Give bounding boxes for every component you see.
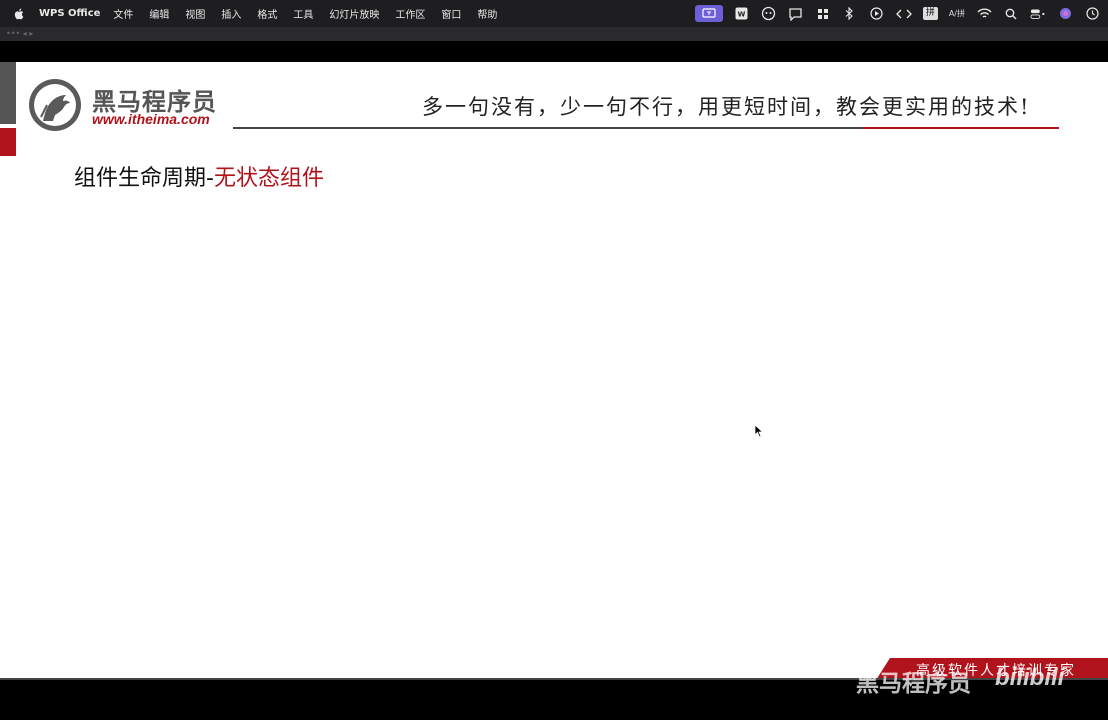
window-toolbar-strip: ••• ◂ ▸ (0, 27, 1108, 41)
horse-logo-icon (29, 79, 81, 131)
menu-format[interactable]: 格式 (257, 6, 277, 21)
menu-slideshow[interactable]: 幻灯片放映 (329, 6, 379, 21)
siri-icon[interactable] (1057, 7, 1073, 21)
app-name-menu[interactable]: WPS Office (39, 8, 100, 19)
menu-window[interactable]: 窗口 (441, 6, 461, 21)
control-center-icon[interactable] (1030, 7, 1046, 21)
menu-edit[interactable]: 编辑 (149, 6, 169, 21)
menu-file[interactable]: 文件 (113, 6, 133, 21)
header-rule-red (863, 127, 1059, 129)
strip-controls[interactable]: ••• ◂ ▸ (6, 29, 33, 38)
svg-text:W: W (738, 11, 746, 19)
play-icon[interactable] (869, 7, 885, 21)
bilibili-watermark: bilibili (995, 664, 1065, 691)
slide-title-main: 组件生命周期- (74, 166, 214, 191)
bluetooth-icon[interactable] (842, 7, 858, 21)
chat-icon[interactable] (788, 7, 804, 21)
cat-icon[interactable] (761, 6, 777, 21)
screen-record-icon[interactable] (694, 5, 723, 22)
clock-icon[interactable] (1084, 7, 1100, 21)
window-black-bar (0, 41, 1108, 62)
code-icon[interactable] (895, 7, 912, 21)
slide-title-highlight: 无状态组件 (213, 166, 324, 191)
apple-icon[interactable] (13, 8, 25, 20)
slide-slogan: 多一句没有，少一句不行，用更短时间，教会更实用的技术! (422, 95, 1031, 119)
menu-tools[interactable]: 工具 (293, 6, 313, 21)
slide-left-accent-grey (0, 62, 16, 124)
menu-help[interactable]: 帮助 (477, 6, 497, 21)
slide-canvas: 黑马程序员 www.itheima.com 多一句没有，少一句不行，用更短时间，… (0, 62, 1108, 680)
slide-left-accent-red (0, 128, 16, 156)
menu-workspace[interactable]: 工作区 (395, 6, 425, 21)
input-method-icon[interactable]: 拼 (922, 7, 938, 20)
menu-view[interactable]: 视图 (185, 6, 205, 21)
slide-title: 组件生命周期-无状态组件 (74, 160, 324, 192)
header-rule-dark (233, 127, 863, 129)
wifi-icon[interactable] (976, 7, 992, 21)
wps-icon[interactable]: W (734, 7, 750, 21)
menu-insert[interactable]: 插入 (221, 6, 241, 21)
macos-menubar: WPS Office 文件 编辑 视图 插入 格式 工具 幻灯片放映 工作区 窗… (0, 0, 1108, 27)
logo-url: www.itheima.com (92, 111, 210, 127)
mouse-cursor-icon (754, 424, 764, 438)
watermark-text: 黑马程序员 (856, 671, 971, 697)
status-tray: W 拼 A/拼 (694, 0, 1100, 27)
grid-icon[interactable] (815, 7, 831, 21)
search-icon[interactable] (1003, 7, 1019, 21)
caps-indicator[interactable]: A/拼 (949, 8, 965, 19)
